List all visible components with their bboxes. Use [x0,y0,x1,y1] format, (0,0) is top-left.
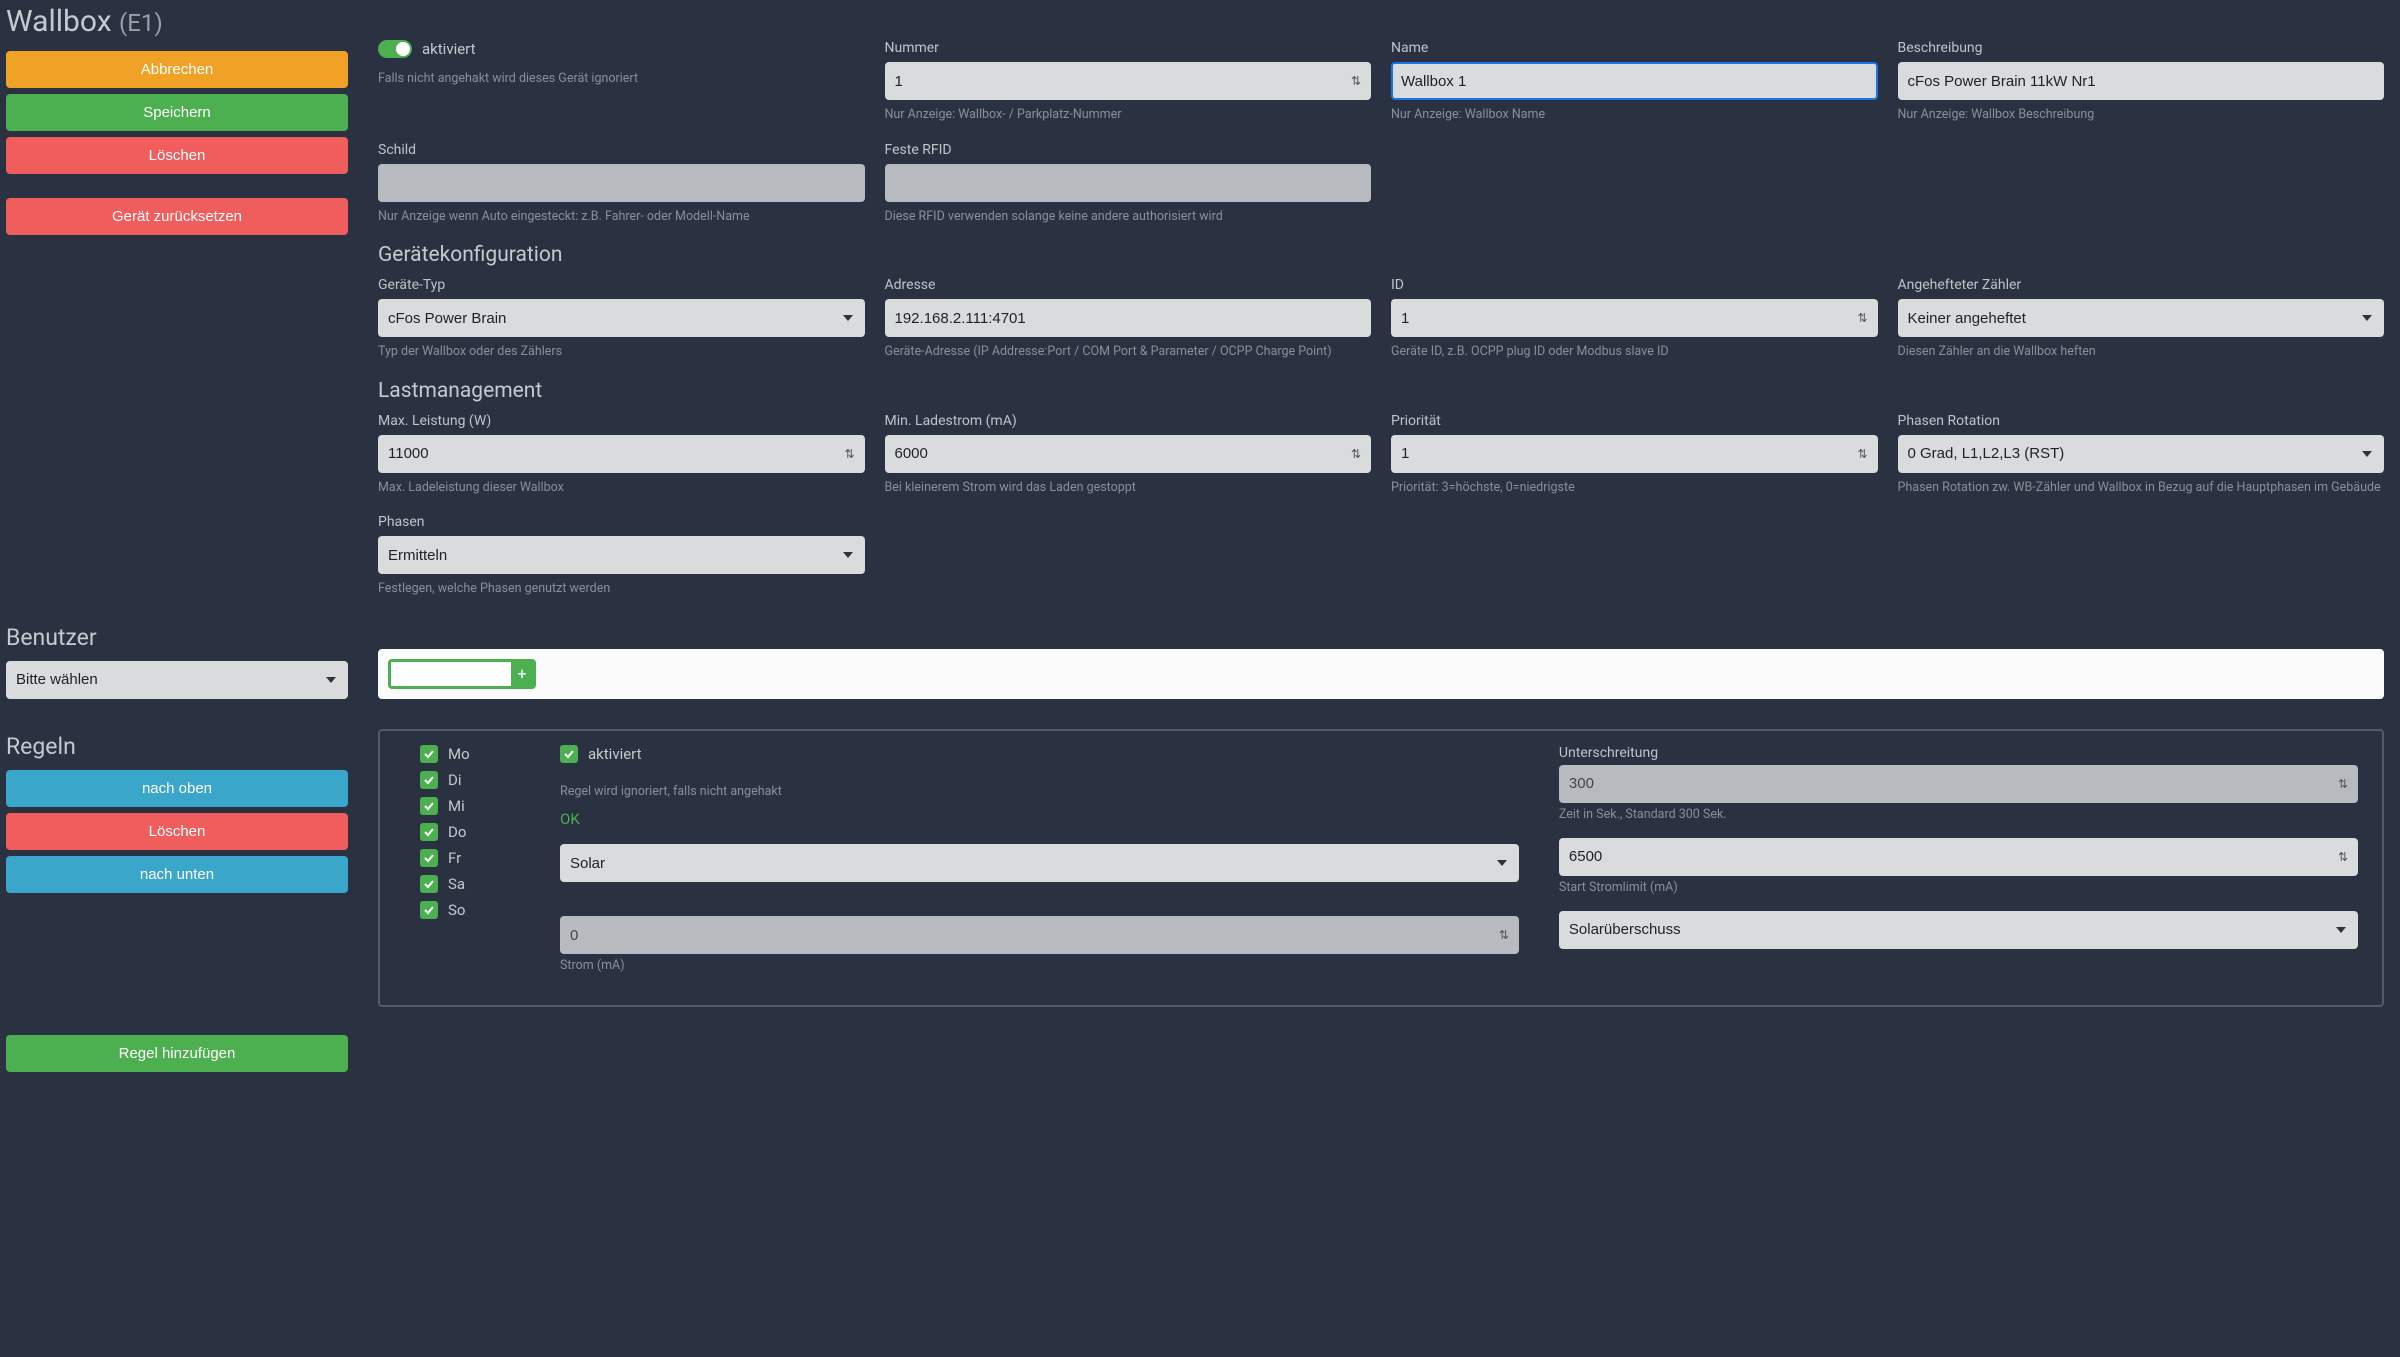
device-type-select[interactable] [378,299,865,337]
rot-hint: Phasen Rotation zw. WB-Zähler und Wallbo… [1898,479,2385,497]
rot-label: Phasen Rotation [1898,413,2385,429]
day-checkbox-mo[interactable] [420,745,438,763]
prio-label: Priorität [1391,413,1878,429]
rot-select[interactable] [1898,435,2385,473]
activated-toggle[interactable] [378,40,412,58]
meter-hint: Diesen Zähler an die Wallbox heften [1898,343,2385,361]
address-label: Adresse [885,277,1372,293]
activated-hint: Falls nicht angehakt wird dieses Gerät i… [378,70,865,88]
maxw-label: Max. Leistung (W) [378,413,865,429]
day-label: Mo [448,745,470,763]
schild-hint: Nur Anzeige wenn Auto eingesteckt: z.B. … [378,208,865,226]
day-checkbox-do[interactable] [420,823,438,841]
rule-activated-label: aktiviert [588,745,642,763]
day-label: So [448,901,465,919]
desc-label: Beschreibung [1898,40,2385,56]
desc-hint: Nur Anzeige: Wallbox Beschreibung [1898,106,2385,124]
minc-input[interactable] [885,435,1372,473]
address-hint: Geräte-Adresse (IP Addresse:Port / COM P… [885,343,1372,361]
number-hint: Nur Anzeige: Wallbox- / Parkplatz-Nummer [885,106,1372,124]
minc-hint: Bei kleinerem Strom wird das Laden gesto… [885,479,1372,497]
schild-input[interactable] [378,164,865,202]
meter-label: Angehefteter Zähler [1898,277,2385,293]
id-label: ID [1391,277,1878,293]
day-label: Sa [448,875,465,893]
day-label: Fr [448,849,461,867]
day-checkbox-so[interactable] [420,901,438,919]
phasen-select[interactable] [378,536,865,574]
page-title: Wallbox (E1) [6,4,348,39]
rule-current-input[interactable] [560,916,1519,954]
user-select[interactable] [6,661,348,699]
user-add-panel: + [378,649,2384,699]
rules-panel: Mo Di Mi Do Fr Sa So [378,729,2384,1008]
day-checkbox-di[interactable] [420,771,438,789]
rule-under-label: Unterschreitung [1559,745,2358,761]
reset-device-button[interactable]: Gerät zurücksetzen [6,198,348,235]
address-input[interactable] [885,299,1372,337]
minc-label: Min. Ladestrom (mA) [885,413,1372,429]
rule-current-label: Strom (mA) [560,958,1519,973]
load-mgmt-title: Lastmanagement [378,379,2384,403]
desc-input[interactable] [1898,62,2385,100]
day-checkbox-mi[interactable] [420,797,438,815]
number-label: Nummer [885,40,1372,56]
rule-under-hint: Zeit in Sek., Standard 300 Sek. [1559,807,2358,822]
activated-label: aktiviert [422,40,476,58]
day-checkbox-fr[interactable] [420,849,438,867]
day-checkbox-sa[interactable] [420,875,438,893]
name-input[interactable] [1391,62,1878,100]
name-label: Name [1391,40,1878,56]
delete-button[interactable]: Löschen [6,137,348,174]
rule-under-input[interactable] [1559,765,2358,803]
phasen-hint: Festlegen, welche Phasen genutzt werden [378,580,865,598]
rfid-input[interactable] [885,164,1372,202]
rule-start-input[interactable] [1559,838,2358,876]
user-add-input[interactable] [391,662,511,686]
rule-activated-hint: Regel wird ignoriert, falls nicht angeha… [560,783,1519,801]
maxw-hint: Max. Ladeleistung dieser Wallbox [378,479,865,497]
device-type-hint: Typ der Wallbox oder des Zählers [378,343,865,361]
day-label: Do [448,823,466,841]
rule-up-button[interactable]: nach oben [6,770,348,807]
rule-delete-button[interactable]: Löschen [6,813,348,850]
rules-title: Regeln [6,733,348,760]
user-add-plus-icon[interactable]: + [511,662,533,686]
id-input[interactable] [1391,299,1878,337]
maxw-input[interactable] [378,435,865,473]
rule-mode-select[interactable] [1559,911,2358,949]
meter-select[interactable] [1898,299,2385,337]
day-label: Di [448,771,462,789]
users-title: Benutzer [6,624,348,651]
rfid-hint: Diese RFID verwenden solange keine ander… [885,208,1372,226]
rfid-label: Feste RFID [885,142,1372,158]
prio-input[interactable] [1391,435,1878,473]
cancel-button[interactable]: Abbrechen [6,51,348,88]
rule-start-hint: Start Stromlimit (mA) [1559,880,2358,895]
rule-ok-text: OK [560,810,1519,828]
id-hint: Geräte ID, z.B. OCPP plug ID oder Modbus… [1391,343,1878,361]
name-hint: Nur Anzeige: Wallbox Name [1391,106,1878,124]
rule-type-select[interactable] [560,844,1519,882]
phasen-label: Phasen [378,514,865,530]
save-button[interactable]: Speichern [6,94,348,131]
device-config-title: Gerätekonfiguration [378,243,2384,267]
number-input[interactable] [885,62,1372,100]
day-label: Mi [448,797,465,815]
rule-down-button[interactable]: nach unten [6,856,348,893]
schild-label: Schild [378,142,865,158]
device-type-label: Geräte-Typ [378,277,865,293]
add-rule-button[interactable]: Regel hinzufügen [6,1035,348,1072]
prio-hint: Priorität: 3=höchste, 0=niedrigste [1391,479,1878,497]
rule-activated-checkbox[interactable] [560,745,578,763]
user-add-tag: + [388,659,536,689]
